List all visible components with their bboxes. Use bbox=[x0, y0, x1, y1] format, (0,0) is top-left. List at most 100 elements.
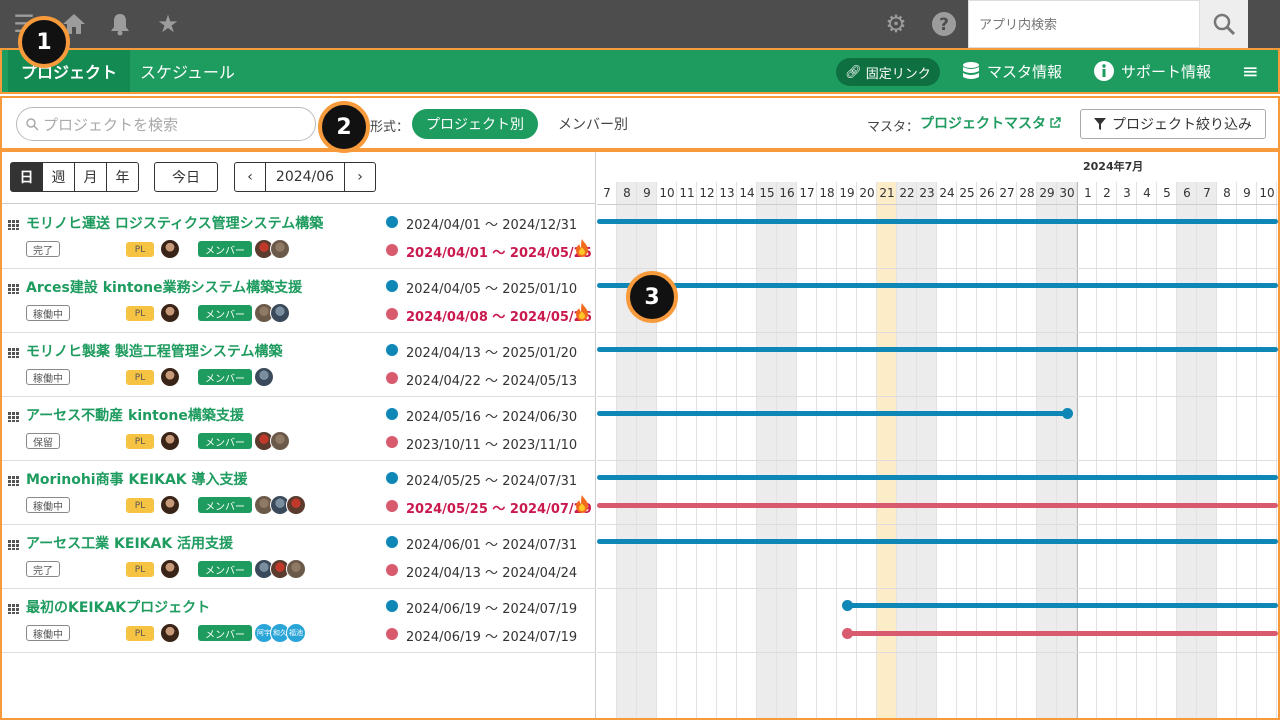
bar-endpoint bbox=[842, 600, 853, 611]
gantt-day-label: 7 bbox=[1203, 186, 1211, 200]
actual-dot bbox=[386, 308, 398, 320]
app-search-input[interactable] bbox=[968, 0, 1200, 48]
plan-bar[interactable] bbox=[597, 219, 1278, 224]
avatar[interactable] bbox=[270, 303, 290, 323]
grid-icon bbox=[8, 540, 20, 550]
project-row[interactable]: モリノヒ製薬 製造工程管理システム構築 稼働中 PL メンバー 2024/04/13 ～… bbox=[2, 333, 596, 397]
avatar[interactable] bbox=[160, 559, 180, 579]
project-name[interactable]: アーセス不動産 kintone構築支援 bbox=[26, 405, 378, 425]
actual-dot bbox=[386, 500, 398, 512]
avatar[interactable] bbox=[286, 559, 306, 579]
bell-icon[interactable] bbox=[106, 10, 134, 38]
project-name[interactable]: モリノヒ運送 ロジスティクス管理システム構築 bbox=[26, 213, 378, 233]
plan-dot bbox=[386, 600, 398, 612]
plan-dot bbox=[386, 216, 398, 228]
today-button[interactable]: 今日 bbox=[154, 162, 218, 192]
support-info-link[interactable]: サポート情報 bbox=[1094, 50, 1211, 92]
plan-period: 2024/06/19 ～ 2024/07/19 bbox=[406, 602, 578, 617]
project-search-input[interactable]: プロジェクトを検索 bbox=[16, 107, 316, 141]
unit-year-button[interactable]: 年 bbox=[106, 162, 139, 192]
plan-bar[interactable] bbox=[597, 475, 1278, 480]
project-row[interactable]: アーセス工業 KEIKAK 活用支援 完了 PL メンバー 2024/06/01 ～ 2… bbox=[2, 525, 596, 589]
member-badge: メンバー bbox=[198, 305, 252, 321]
avatar[interactable] bbox=[160, 367, 180, 387]
gantt-day-label: 16 bbox=[779, 186, 795, 200]
gantt-month-label: 2024年7月 bbox=[1083, 160, 1144, 173]
plan-bar[interactable] bbox=[597, 347, 1278, 352]
permalink-button[interactable]: 🔗︎ 固定リンク bbox=[836, 58, 940, 86]
avatar[interactable] bbox=[270, 431, 290, 451]
grid-icon bbox=[8, 284, 20, 294]
gantt-day-label: 19 bbox=[839, 186, 855, 200]
avatar[interactable] bbox=[160, 303, 180, 323]
project-row[interactable]: Morinohi商事 KEIKAK 導入支援 稼働中 PL メンバー 2024/05/2… bbox=[2, 461, 596, 525]
plan-bar[interactable] bbox=[847, 603, 1278, 608]
project-master-link[interactable]: プロジェクトマスタ bbox=[920, 113, 1061, 133]
gantt-day-label: 3 bbox=[1123, 186, 1131, 200]
project-name[interactable]: アーセス工業 KEIKAK 活用支援 bbox=[26, 533, 378, 553]
plan-period: 2024/04/13 ～ 2025/01/20 bbox=[406, 346, 578, 361]
hamburger-menu-icon[interactable]: ≡ bbox=[1242, 50, 1259, 92]
gear-icon[interactable]: ⚙ bbox=[882, 10, 910, 38]
help-icon[interactable]: ? bbox=[930, 10, 958, 38]
avatar[interactable] bbox=[286, 495, 306, 515]
star-icon[interactable]: ★ bbox=[154, 10, 182, 38]
project-row[interactable]: アーセス不動産 kintone構築支援 保留 PL メンバー 2024/05/16 ～ … bbox=[2, 397, 596, 461]
actual-dot bbox=[386, 628, 398, 640]
project-name[interactable]: Morinohi商事 KEIKAK 導入支援 bbox=[26, 469, 378, 489]
search-button[interactable] bbox=[1200, 0, 1248, 48]
project-filter-button[interactable]: プロジェクト絞り込み bbox=[1080, 109, 1266, 139]
gantt-day-label: 30 bbox=[1059, 186, 1075, 200]
grid-icon bbox=[8, 412, 20, 422]
pl-badge: PL bbox=[126, 498, 154, 513]
project-name[interactable]: モリノヒ製薬 製造工程管理システム構築 bbox=[26, 341, 378, 361]
project-name[interactable]: 最初のKEIKAKプロジェクト bbox=[26, 597, 378, 617]
bar-endpoint bbox=[1062, 408, 1073, 419]
nav-bar: プロジェクト スケジュール 🔗︎ 固定リンク マスタ情報 サポート情報 ≡ bbox=[0, 48, 1280, 94]
unit-month-button[interactable]: 月 bbox=[74, 162, 107, 192]
plan-bar[interactable] bbox=[597, 539, 1278, 544]
project-master-label: プロジェクトマスタ bbox=[920, 116, 1046, 132]
unit-week-button[interactable]: 週 bbox=[42, 162, 75, 192]
prev-month-button[interactable]: ‹ bbox=[234, 162, 266, 192]
avatar[interactable]: 福池 bbox=[286, 623, 306, 643]
actual-period: 2024/05/25 ～ 2024/07/29 bbox=[406, 502, 592, 517]
project-row[interactable]: Arces建設 kintone業務システム構築支援 稼働中 PL メンバー 2024/0… bbox=[2, 269, 596, 333]
avatar[interactable] bbox=[270, 239, 290, 259]
member-badge: メンバー bbox=[198, 433, 252, 449]
pl-badge: PL bbox=[126, 306, 154, 321]
status-badge: 完了 bbox=[26, 561, 60, 577]
member-badge: メンバー bbox=[198, 561, 252, 577]
status-badge: 稼働中 bbox=[26, 497, 70, 513]
avatar[interactable] bbox=[254, 367, 274, 387]
gantt-day-label: 8 bbox=[623, 186, 631, 200]
calendar-controls: 日 週 月 年 今日 ‹ 2024/06 › bbox=[2, 152, 596, 204]
plan-bar[interactable] bbox=[597, 283, 1278, 288]
master-info-link[interactable]: マスタ情報 bbox=[962, 50, 1062, 92]
project-name[interactable]: Arces建設 kintone業務システム構築支援 bbox=[26, 277, 378, 297]
database-icon bbox=[963, 62, 979, 79]
project-row[interactable]: 最初のKEIKAKプロジェクト 稼働中 PL メンバー 阿宇 和久 福池 2024/06/19… bbox=[2, 589, 596, 653]
tab-schedule[interactable]: スケジュール bbox=[140, 50, 235, 92]
avatar[interactable] bbox=[160, 495, 180, 515]
plan-dot bbox=[386, 408, 398, 420]
gantt-day-label: 21 bbox=[879, 186, 895, 200]
project-row[interactable]: モリノヒ運送 ロジスティクス管理システム構築 完了 PL メンバー 2024/04/01… bbox=[2, 205, 596, 269]
view-by-member-button[interactable]: メンバー別 bbox=[558, 109, 628, 139]
next-month-button[interactable]: › bbox=[344, 162, 376, 192]
gantt-day-label: 24 bbox=[939, 186, 955, 200]
avatar[interactable] bbox=[160, 239, 180, 259]
avatar[interactable] bbox=[160, 623, 180, 643]
avatar[interactable] bbox=[160, 431, 180, 451]
member-badge: メンバー bbox=[198, 625, 252, 641]
callout-1: 1 bbox=[18, 16, 70, 68]
view-by-project-button[interactable]: プロジェクト別 bbox=[412, 109, 538, 139]
actual-bar[interactable] bbox=[597, 503, 1278, 508]
gantt-row bbox=[597, 269, 1278, 333]
actual-bar[interactable] bbox=[847, 631, 1278, 636]
project-gantt-area: 日 週 月 年 今日 ‹ 2024/06 › モリノヒ運送 ロジスティクス管理シ… bbox=[0, 150, 1280, 720]
unit-day-button[interactable]: 日 bbox=[10, 162, 43, 192]
plan-bar[interactable] bbox=[597, 411, 1067, 416]
search-placeholder: プロジェクトを検索 bbox=[43, 115, 179, 134]
gantt-day-label: 9 bbox=[1243, 186, 1251, 200]
